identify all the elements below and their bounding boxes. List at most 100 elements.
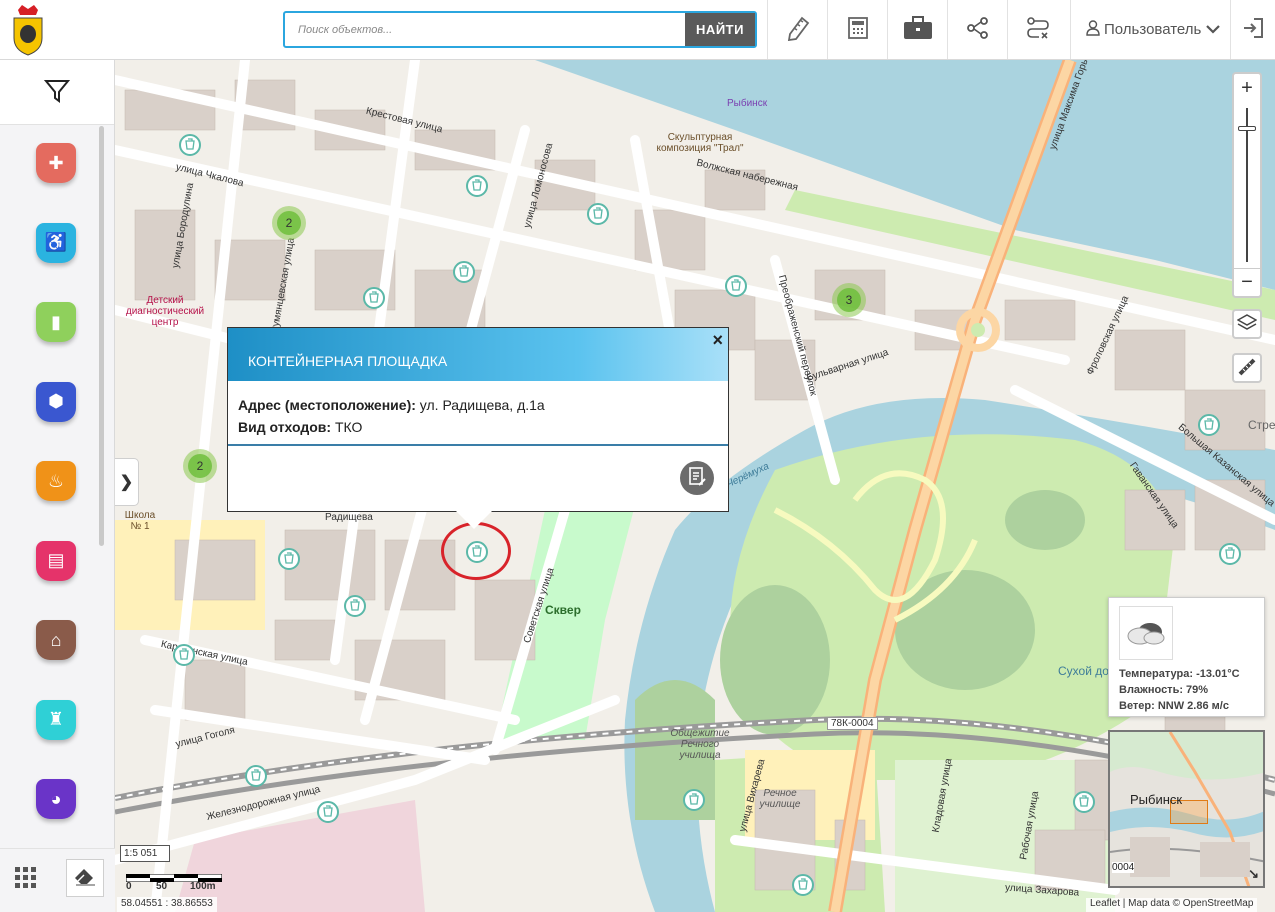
social-icon: ♿ xyxy=(36,222,76,263)
waste-bin-marker[interactable] xyxy=(725,275,747,297)
share-tool-button[interactable] xyxy=(947,0,1007,59)
sidebar-collapse-toggle[interactable]: ❯ xyxy=(115,458,139,506)
clear-button[interactable] xyxy=(66,859,104,897)
waste-type-value: ТКО xyxy=(334,419,363,435)
user-menu[interactable]: Пользователь xyxy=(1070,0,1230,59)
waste-bin-marker[interactable] xyxy=(245,765,267,787)
popup-close-button[interactable]: × xyxy=(712,330,723,351)
waste-bin-marker[interactable] xyxy=(453,261,475,283)
layers-button[interactable] xyxy=(1232,309,1262,339)
address-row: Адрес (местоположение): ул. Радищева, д.… xyxy=(238,394,718,416)
address-label: Адрес (местоположение): xyxy=(238,397,416,413)
ruler-icon xyxy=(785,15,811,44)
waste-bin-marker[interactable] xyxy=(792,874,814,896)
route-icon xyxy=(1026,16,1050,43)
culture-icon: ⬢ xyxy=(36,381,76,422)
waste-bin-marker[interactable] xyxy=(466,175,488,197)
search-button[interactable]: НАЙТИ xyxy=(685,13,755,46)
scale-bar xyxy=(125,870,223,883)
category-commerce-button[interactable]: ▤ xyxy=(36,540,76,585)
marker-cluster[interactable]: 2 xyxy=(183,449,217,483)
popup-pointer xyxy=(456,511,492,529)
briefcase-tool-button[interactable] xyxy=(887,0,947,59)
category-list: ✚ ♿ ▮ ⬢ ♨ ▤ ⌂ ♜ ◕ xyxy=(0,125,115,845)
category-other-button[interactable]: ◕ xyxy=(36,779,76,823)
category-culture-button[interactable]: ⬢ xyxy=(36,381,76,426)
logout-icon xyxy=(1242,17,1264,42)
trash-icon xyxy=(689,792,699,808)
marker-cluster[interactable]: 3 xyxy=(832,283,866,317)
user-name: Пользователь xyxy=(1104,21,1202,38)
trash-icon xyxy=(472,178,482,194)
ruler-icon xyxy=(1238,358,1256,379)
sidebar-scrollbar[interactable] xyxy=(99,126,104,546)
trash-icon xyxy=(459,264,469,280)
tourism-icon: ♜ xyxy=(36,699,76,740)
marker-cluster[interactable]: 2 xyxy=(272,206,306,240)
category-social-button[interactable]: ♿ xyxy=(36,222,76,267)
calculator-tool-button[interactable] xyxy=(827,0,887,59)
category-healthcare-button[interactable]: ✚ xyxy=(36,143,76,187)
apps-button[interactable] xyxy=(8,861,44,897)
logout-button[interactable] xyxy=(1230,0,1275,59)
address-value: ул. Радищева, д.1а xyxy=(419,397,545,413)
measure-tool-button[interactable] xyxy=(767,0,827,59)
cursor-coordinates: 58.04551 : 38.86553 xyxy=(117,897,217,912)
category-education-button[interactable]: ▮ xyxy=(36,302,76,346)
scale-label: 100m xyxy=(190,881,216,892)
weather-wind: Ветер: NNW 2.86 м/с xyxy=(1119,700,1229,712)
minimap-road-label: 0004 xyxy=(1112,862,1135,873)
measure-button[interactable] xyxy=(1232,353,1262,383)
waste-bin-marker[interactable] xyxy=(173,644,195,666)
waste-bin-marker[interactable] xyxy=(363,287,385,309)
scale-label: 0 xyxy=(126,881,132,892)
waste-bin-marker[interactable] xyxy=(1198,414,1220,436)
overview-minimap[interactable]: Рыбинск 0004 ↘ xyxy=(1108,730,1265,888)
poi-label: Школа № 1 xyxy=(124,510,156,532)
waste-bin-marker[interactable] xyxy=(1219,543,1241,565)
waste-bin-marker[interactable] xyxy=(179,134,201,156)
street-label: Радищева xyxy=(325,512,373,523)
trash-icon xyxy=(350,598,360,614)
zoom-in-button[interactable]: + xyxy=(1234,74,1260,102)
chevron-right-icon: ❯ xyxy=(119,474,134,491)
waste-bin-marker[interactable] xyxy=(1073,791,1095,813)
selected-marker-highlight xyxy=(441,522,511,580)
sport-icon: ♨ xyxy=(36,461,76,501)
trash-icon xyxy=(284,551,294,567)
minimap-city-label: Рыбинск xyxy=(1130,792,1183,807)
trash-icon xyxy=(1204,417,1214,433)
waste-bin-marker[interactable] xyxy=(683,789,705,811)
poi-label: Рыбинск xyxy=(727,98,768,109)
category-architecture-button[interactable]: ⌂ xyxy=(36,620,76,664)
zoom-out-button[interactable]: − xyxy=(1234,268,1260,296)
category-tourism-button[interactable]: ♜ xyxy=(36,699,76,744)
route-tool-button[interactable] xyxy=(1007,0,1067,59)
poi-label: Скульптурная композиция "Трал" xyxy=(656,132,744,154)
waste-type-row: Вид отходов: ТКО xyxy=(238,416,718,438)
map-attribution[interactable]: Leaflet | Map data © OpenStreetMap xyxy=(1086,898,1258,912)
trash-icon xyxy=(1225,546,1235,562)
eraser-icon xyxy=(74,868,96,889)
share-icon xyxy=(966,17,989,42)
popup-title: КОНТЕЙНЕРНАЯ ПЛОЩАДКА xyxy=(228,328,728,381)
coat-of-arms-logo[interactable] xyxy=(10,4,46,56)
waste-bin-marker[interactable] xyxy=(317,801,339,823)
waste-bin-marker[interactable] xyxy=(587,203,609,225)
trash-icon xyxy=(185,137,195,153)
cluster-count: 2 xyxy=(277,211,301,235)
category-sport-button[interactable]: ♨ xyxy=(36,461,76,505)
filter-button[interactable] xyxy=(0,60,114,125)
search-input[interactable] xyxy=(285,13,685,46)
zoom-slider-handle[interactable] xyxy=(1238,126,1256,131)
details-button[interactable] xyxy=(680,461,714,495)
minimap-toggle-arrow-icon[interactable]: ↘ xyxy=(1248,866,1259,882)
education-icon: ▮ xyxy=(36,302,76,342)
scale-ratio: 1:5 051 xyxy=(120,845,170,862)
poi-label: Речное училище xyxy=(759,788,801,810)
weather-temperature: Температура: -13.01°C xyxy=(1119,668,1240,680)
user-icon xyxy=(1086,19,1100,40)
waste-bin-marker[interactable] xyxy=(278,548,300,570)
zoom-slider-rail[interactable] xyxy=(1246,108,1248,262)
waste-bin-marker[interactable] xyxy=(344,595,366,617)
